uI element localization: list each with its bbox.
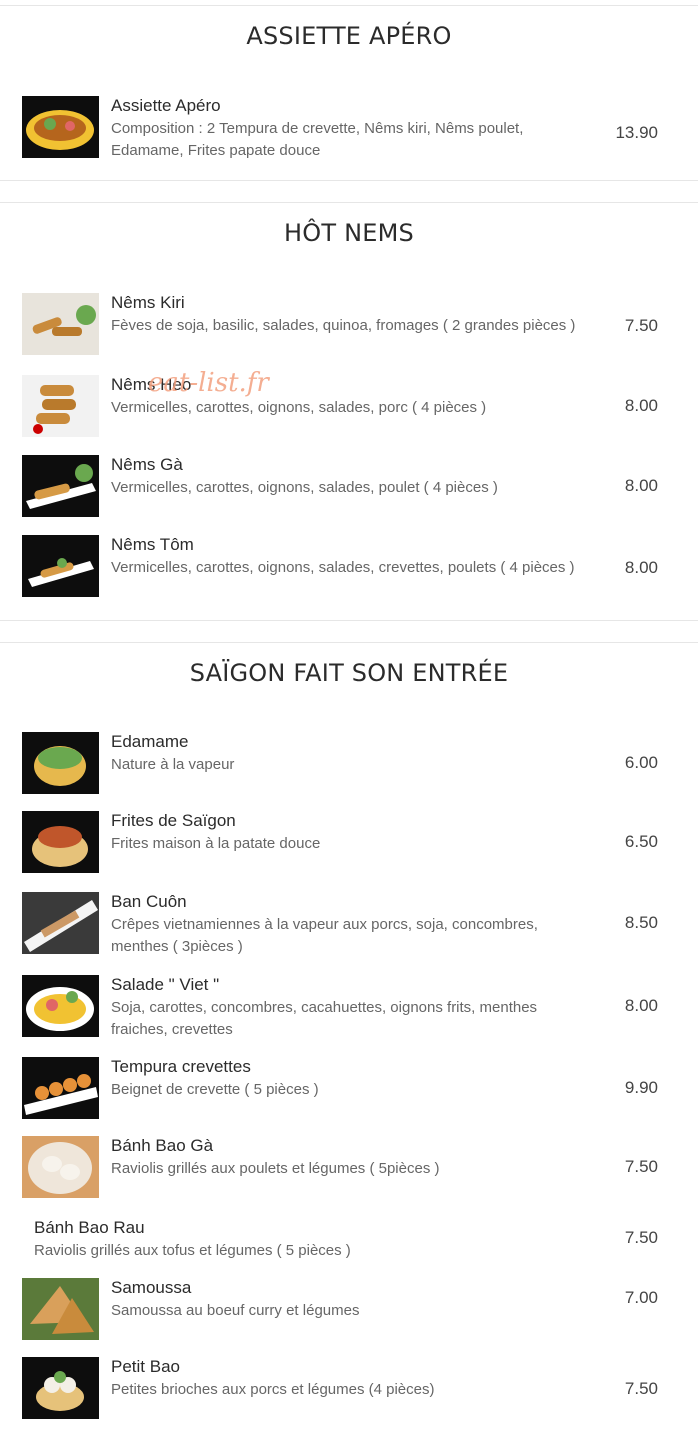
section-title: HÔT NEMS — [284, 219, 414, 247]
item-description: Soja, carottes, concombres, cacahuettes,… — [111, 999, 538, 1038]
menu-item[interactable]: Nêms Kiri Fèves de soja, basilic, salade… — [0, 293, 698, 357]
nems-icon — [22, 293, 99, 355]
item-description: Vermicelles, carottes, oignons, salades,… — [111, 479, 498, 496]
item-description: Fèves de soja, basilic, salades, quinoa,… — [111, 317, 576, 334]
menu-item[interactable]: Nêms Gà Vermicelles, carottes, oignons, … — [0, 455, 698, 519]
item-price: 7.50 — [624, 1228, 658, 1247]
menu-item[interactable]: Petit Bao Petites brioches aux porcs et … — [0, 1357, 698, 1421]
menu-item[interactable]: Salade " Viet " Soja, carottes, concombr… — [0, 975, 698, 1039]
bowl-icon — [22, 1357, 99, 1419]
bowl-icon — [22, 732, 99, 794]
item-description: Composition : 2 Tempura de crevette, Nêm… — [111, 120, 524, 159]
plate-icon — [22, 975, 99, 1037]
menu-item[interactable]: Tempura crevettes Beignet de crevette ( … — [0, 1057, 698, 1121]
nems-icon — [22, 535, 99, 597]
menu-item[interactable]: Bánh Bao Gà Raviolis grillés aux poulets… — [0, 1136, 698, 1200]
item-name: Nêms Gà — [111, 455, 183, 474]
item-price: 8.00 — [624, 996, 658, 1015]
item-name: Salade " Viet " — [111, 975, 220, 994]
item-description: Petites brioches aux porcs et légumes (4… — [111, 1381, 435, 1398]
item-price: 7.50 — [624, 316, 658, 335]
item-description: Samoussa au boeuf curry et légumes — [111, 1302, 360, 1319]
item-price: 6.50 — [624, 832, 658, 851]
item-price: 7.50 — [624, 1157, 658, 1176]
menu-item[interactable]: Ban Cuôn Crêpes vietnamiennes à la vapeu… — [0, 892, 698, 956]
item-description: Frites maison à la patate douce — [111, 835, 321, 852]
menu-item[interactable]: Nêms Tôm Vermicelles, carottes, oignons,… — [0, 535, 698, 599]
menu-item[interactable]: Frites de Saïgon Frites maison à la pata… — [0, 811, 698, 875]
item-name: Ban Cuôn — [111, 892, 187, 911]
item-name: Bánh Bao Rau — [34, 1218, 145, 1237]
item-name: Tempura crevettes — [111, 1057, 251, 1076]
item-name: Nêms Tôm — [111, 535, 194, 554]
item-description: Vermicelles, carottes, oignons, salades,… — [111, 559, 575, 576]
menu-item[interactable]: Bánh Bao Rau Raviolis grillés aux tofus … — [0, 1218, 698, 1282]
bowl-icon — [22, 1136, 99, 1198]
item-price: 8.00 — [624, 476, 658, 495]
samosa-icon — [22, 1278, 99, 1340]
item-price: 8.00 — [624, 558, 658, 577]
item-name: Frites de Saïgon — [111, 811, 236, 830]
bowl-icon — [22, 811, 99, 873]
item-price: 7.50 — [624, 1379, 658, 1398]
item-name: Edamame — [111, 732, 189, 751]
nems-icon — [22, 375, 99, 437]
plate-icon — [22, 96, 99, 158]
menu-item[interactable]: Samoussa Samoussa au boeuf curry et légu… — [0, 1278, 698, 1342]
section-title: SAÏGON FAIT SON ENTRÉE — [189, 659, 509, 687]
menu-item[interactable]: Assiette Apéro Composition : 2 Tempura d… — [0, 96, 698, 160]
item-description: Vermicelles, carottes, oignons, salades,… — [111, 399, 487, 416]
item-price: 7.00 — [624, 1288, 658, 1307]
item-description: Raviolis grillés aux poulets et légumes … — [111, 1160, 440, 1177]
item-price: 13.90 — [615, 123, 658, 142]
item-description: Raviolis grillés aux tofus et légumes ( … — [34, 1242, 351, 1259]
item-price: 8.50 — [624, 913, 658, 932]
item-description: Beignet de crevette ( 5 pièces ) — [111, 1081, 319, 1098]
section-title: ASSIETTE APÉRO — [246, 22, 452, 50]
menu-section-hot-nems: HÔT NEMS Nêms Kiri Fèves de soja, basili… — [0, 202, 698, 621]
plate-icon — [22, 1057, 99, 1119]
item-name: Samoussa — [111, 1278, 192, 1297]
item-price: 8.00 — [624, 396, 658, 415]
menu-section-saigon-fait-son-entree: SAÏGON FAIT SON ENTRÉE Edamame Nature à … — [0, 642, 698, 1438]
plate-icon — [22, 892, 99, 954]
menu-item[interactable]: Edamame Nature à la vapeur 6.00 — [0, 732, 698, 796]
item-name: Nêms Heo — [111, 375, 192, 394]
item-name: Assiette Apéro — [111, 96, 221, 115]
item-description: Nature à la vapeur — [111, 756, 235, 773]
menu-item[interactable]: Nêms Heo Vermicelles, carottes, oignons,… — [0, 375, 698, 439]
nems-icon — [22, 455, 99, 517]
item-price: 9.90 — [624, 1078, 658, 1097]
item-name: Bánh Bao Gà — [111, 1136, 214, 1155]
item-description: Crêpes vietnamiennes à la vapeur aux por… — [111, 916, 538, 955]
item-name: Petit Bao — [111, 1357, 180, 1376]
item-price: 6.00 — [624, 753, 658, 772]
item-name: Nêms Kiri — [111, 293, 185, 312]
menu-section-assiette-apero: ASSIETTE APÉRO Assiette Apéro Compositio… — [0, 5, 698, 181]
